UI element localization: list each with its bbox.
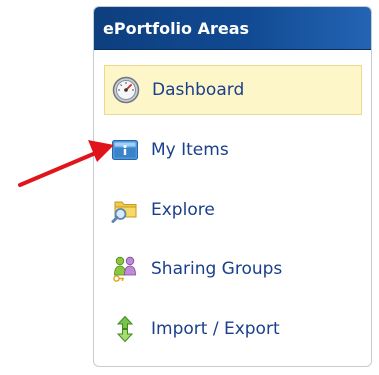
nav-item-dashboard[interactable]: Dashboard [104, 65, 362, 115]
nav-item-label: My Items [151, 140, 229, 160]
import-export-arrows-icon [111, 315, 139, 343]
nav-item-my-items[interactable]: My Items [104, 125, 362, 175]
my-items-info-icon [111, 136, 139, 164]
nav-item-label: Explore [151, 200, 215, 220]
nav-item-label: Dashboard [152, 80, 245, 100]
nav-item-label: Sharing Groups [151, 259, 283, 279]
screenshot-stage: ePortfolio Areas Dashboard My Items Expl… [0, 0, 379, 375]
panel-title: ePortfolio Areas [94, 7, 371, 50]
nav-item-sharing-groups[interactable]: Sharing Groups [104, 244, 362, 294]
dashboard-gauge-icon [112, 76, 140, 104]
explore-folder-magnifier-icon [111, 196, 139, 224]
eportfolio-areas-panel: ePortfolio Areas Dashboard My Items Expl… [93, 6, 372, 367]
sharing-groups-people-icon [111, 255, 139, 283]
nav-item-explore[interactable]: Explore [104, 185, 362, 235]
nav-item-label: Import / Export [151, 319, 280, 339]
nav-item-import-export[interactable]: Import / Export [104, 304, 362, 354]
